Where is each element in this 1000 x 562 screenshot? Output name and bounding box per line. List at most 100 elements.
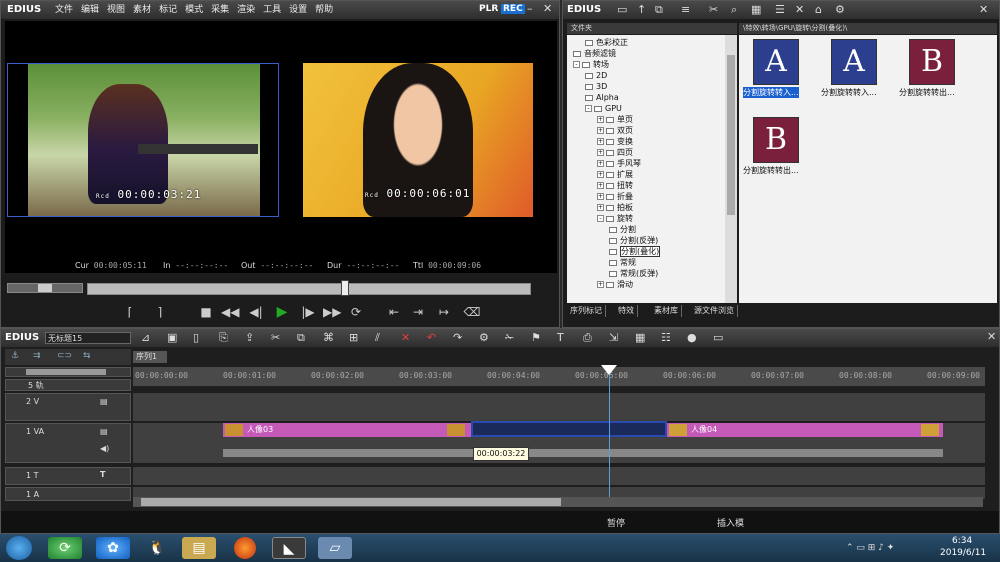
start-button[interactable] (6, 536, 32, 560)
expand-icon[interactable]: + (597, 204, 604, 211)
timeline-scrollbar[interactable] (133, 497, 983, 507)
grid-view-icon[interactable]: ▦ (751, 3, 761, 16)
tool-export-icon[interactable]: ⇪ (245, 331, 254, 344)
tool-new-icon[interactable]: ▯ (193, 331, 199, 344)
rec-toggle[interactable]: REC (501, 4, 525, 14)
settings-icon[interactable]: ⚙ (835, 3, 845, 16)
tool-render-icon[interactable]: ⇲ (609, 331, 618, 344)
asset-label[interactable]: 分割旋转转入... (743, 87, 799, 98)
tree-item[interactable]: 音频滤镜 (573, 48, 616, 59)
menu-item-0[interactable]: 文件 (55, 1, 73, 19)
set-in-icon[interactable]: ⌈ (121, 305, 139, 319)
menu-item-8[interactable]: 工具 (263, 1, 281, 19)
tree-item[interactable]: + 双页 (597, 125, 633, 136)
tree-item[interactable]: 2D (585, 70, 607, 81)
asset-label[interactable]: 分割旋转转出... (899, 87, 955, 98)
expand-icon[interactable]: + (597, 138, 604, 145)
track-header-1t[interactable]: 1 TT (5, 467, 131, 485)
collapse-icon[interactable]: - (573, 61, 580, 68)
tree-item[interactable]: + 拍板 (597, 202, 633, 213)
view-icon[interactable]: ≡ (681, 3, 690, 16)
ripple-icon[interactable]: ⇉ (33, 351, 41, 361)
tool-marker-icon[interactable]: ⚑ (531, 331, 541, 344)
taskbar-explorer-icon[interactable]: ▤ (182, 537, 216, 559)
menu-item-9[interactable]: 设置 (289, 1, 307, 19)
tree-item[interactable]: 分割 (609, 224, 636, 235)
collapse-icon[interactable]: - (585, 105, 592, 112)
zoom-track[interactable] (5, 367, 131, 377)
tool-delete-icon[interactable]: ✕ (401, 331, 410, 344)
step-forward-icon[interactable]: |▶ (299, 305, 317, 319)
tool-save-icon[interactable]: ▣ (167, 331, 177, 344)
tree-item[interactable]: 色彩校正 (585, 37, 628, 48)
time-ruler[interactable]: 00:00:00:00 00:00:01:00 00:00:02:00 00:00:0… (133, 367, 985, 387)
asset-thumbnail[interactable]: A (831, 39, 877, 85)
tree-item[interactable]: + 折叠 (597, 191, 633, 202)
play-icon[interactable]: ▶ (273, 304, 291, 320)
clip-portrait-04[interactable]: 人像04 (667, 423, 943, 437)
tool-cut-icon[interactable]: ✂ (271, 331, 280, 344)
fast-forward-icon[interactable]: ▶▶ (323, 305, 341, 319)
loop-icon[interactable]: ⟳ (347, 305, 365, 319)
track-header-2v[interactable]: 2 V ▤ (5, 393, 131, 421)
scrub-bar[interactable] (87, 280, 531, 296)
delete-asset-icon[interactable]: ✕ (795, 3, 804, 16)
taskbar-firefox-icon[interactable] (234, 537, 256, 559)
library-tab-0[interactable]: 序列标记 (567, 305, 606, 317)
expand-icon[interactable]: + (597, 127, 604, 134)
taskbar-qq-icon[interactable]: 🐧 (140, 537, 174, 559)
tool-text-icon[interactable]: T (557, 331, 564, 344)
tool-record-icon[interactable]: ● (687, 331, 697, 344)
taskbar-app-2-icon[interactable]: ▱ (318, 537, 352, 559)
menu-item-10[interactable]: 帮助 (315, 1, 333, 19)
expand-icon[interactable]: + (597, 281, 604, 288)
tree-item[interactable]: + 扩展 (597, 169, 633, 180)
tree-item[interactable]: 常规 (609, 257, 636, 268)
tool-settings-icon[interactable]: ⚙ (479, 331, 489, 344)
taskbar-media-icon[interactable]: ✿ (96, 537, 130, 559)
tree-item[interactable]: + 单页 (597, 114, 633, 125)
tool-redo-icon[interactable]: ↷ (453, 331, 462, 344)
tool-paste-icon[interactable]: ⌘ (323, 331, 334, 344)
menu-item-4[interactable]: 标记 (159, 1, 177, 19)
tree-scrollbar[interactable] (725, 35, 737, 303)
tool-copy-icon[interactable]: ⧉ (297, 331, 305, 345)
search-icon[interactable]: ⌕ (731, 3, 737, 17)
expand-icon[interactable]: + (597, 182, 604, 189)
tool-grid-icon[interactable]: ▦ (635, 331, 645, 344)
rewind-icon[interactable]: ◀◀ (221, 305, 239, 319)
scrub-handle[interactable] (340, 280, 349, 296)
mode-icon[interactable]: ⚓ (11, 351, 19, 361)
properties-icon[interactable]: ⌂ (815, 3, 822, 16)
folder-icon[interactable]: ▭ (617, 3, 627, 16)
tool-layout-icon[interactable]: ▭ (713, 331, 723, 344)
tree-item[interactable]: 3D (585, 81, 607, 92)
expand-icon[interactable]: + (597, 160, 604, 167)
menu-item-5[interactable]: 模式 (185, 1, 203, 19)
tree-item[interactable]: Alpha (585, 92, 619, 103)
track-lane-2v[interactable] (133, 393, 985, 421)
link-icon[interactable]: ⊂⊃ (57, 351, 72, 361)
menu-item-6[interactable]: 采集 (211, 1, 229, 19)
asset-thumbnail[interactable]: A (753, 39, 799, 85)
tool-split-icon[interactable]: ⫽ (375, 331, 380, 345)
tool-mic-icon[interactable]: ⎙ (583, 331, 592, 345)
list-view-icon[interactable]: ☰ (775, 3, 785, 16)
tray-icons[interactable]: ⌃ ▭ ⊞ ♪ ✦ (846, 543, 894, 553)
sync-icon[interactable]: ⇆ (83, 351, 91, 361)
asset-thumbnail[interactable]: B (753, 117, 799, 163)
tree-item[interactable]: 分割(反弹) (609, 235, 658, 246)
library-tab-1[interactable]: 特效 (615, 305, 638, 317)
tool-group-icon[interactable]: ⊞ (349, 331, 358, 344)
replace-icon[interactable]: ↦ (435, 305, 453, 319)
tool-fx-icon[interactable]: ⊿ (141, 331, 150, 344)
asset-label[interactable]: 分割旋转转入... (821, 87, 877, 98)
asset-label[interactable]: 分割旋转转出... (743, 165, 799, 176)
tool-mixer-icon[interactable]: ☷ (661, 331, 671, 344)
set-out-icon[interactable]: ⌉ (151, 305, 169, 319)
tree-item[interactable]: - GPU (585, 103, 622, 114)
library-tab-3[interactable]: 源文件浏览 (691, 305, 738, 317)
delete-icon[interactable]: ⌫ (463, 305, 481, 319)
sequence-tab[interactable]: 序列1 (133, 351, 167, 363)
tree-item[interactable]: + 四页 (597, 147, 633, 158)
